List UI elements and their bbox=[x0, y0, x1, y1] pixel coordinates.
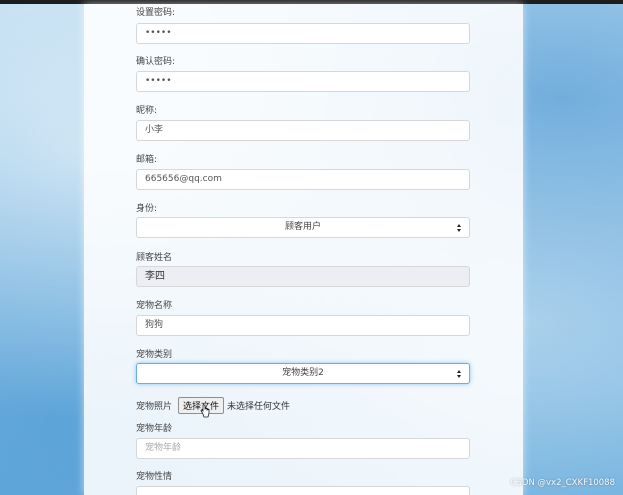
pet-category-label: 宠物类别 bbox=[136, 350, 173, 360]
pet-category-select[interactable]: 宠物类别2 bbox=[136, 363, 470, 384]
pet-age-input[interactable]: 宠物年龄 bbox=[136, 438, 470, 459]
nickname-label: 昵称: bbox=[136, 106, 158, 116]
set-password-label: 设置密码: bbox=[136, 8, 176, 18]
pet-temperament-input[interactable] bbox=[136, 486, 470, 495]
confirm-password-input[interactable]: ••••• bbox=[136, 71, 470, 92]
updown-caret-icon bbox=[456, 223, 462, 233]
customer-name-input[interactable]: 李四 bbox=[136, 266, 470, 287]
pet-photo-label: 宠物照片 bbox=[136, 402, 173, 412]
hand-pointer-icon bbox=[200, 404, 210, 418]
pet-photo-row: 宠物照片 选择文件 未选择任何文件 bbox=[136, 395, 291, 414]
confirm-password-label: 确认密码: bbox=[136, 57, 176, 67]
customer-name-label: 顾客姓名 bbox=[136, 253, 173, 263]
nickname-input[interactable]: 小李 bbox=[136, 120, 470, 141]
pet-name-input[interactable]: 狗狗 bbox=[136, 315, 470, 336]
pet-name-label: 宠物名称 bbox=[136, 301, 173, 311]
updown-caret-icon bbox=[456, 369, 462, 379]
email-label: 邮箱: bbox=[136, 155, 158, 165]
identity-label: 身份: bbox=[136, 204, 158, 214]
pet-age-label: 宠物年龄 bbox=[136, 424, 173, 434]
identity-selected-value: 顾客用户 bbox=[284, 222, 321, 232]
pet-temperament-label: 宠物性情 bbox=[136, 472, 173, 482]
watermark: CSDN @vx2_CXKF10088 bbox=[510, 478, 615, 488]
email-input[interactable]: 665656@qq.com bbox=[136, 169, 470, 190]
pet-category-selected-value: 宠物类别2 bbox=[282, 368, 324, 378]
identity-select[interactable]: 顾客用户 bbox=[136, 217, 470, 238]
set-password-input[interactable]: ••••• bbox=[136, 23, 470, 44]
file-status-text: 未选择任何文件 bbox=[227, 402, 291, 412]
